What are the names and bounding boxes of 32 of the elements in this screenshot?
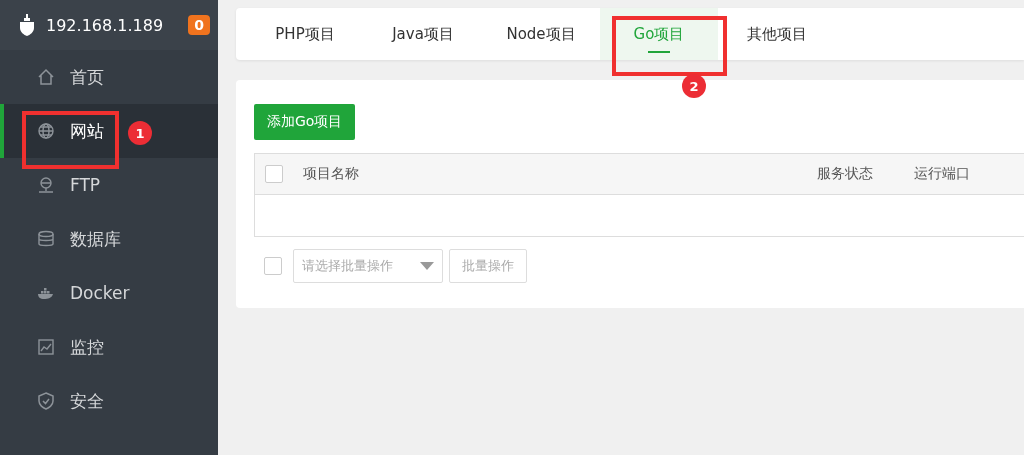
sidebar-item[interactable]: 监控 [0,320,218,374]
project-tab[interactable]: PHP项目 [246,8,364,60]
ftp-icon [36,175,56,195]
shield-icon [36,391,56,411]
globe-icon [36,121,56,141]
sidebar-label: Docker [70,283,130,303]
sidebar-item[interactable]: 安全 [0,374,218,428]
batch-checkbox[interactable] [264,257,282,275]
sidebar-item[interactable]: Docker [0,266,218,320]
home-icon [36,67,56,87]
sidebar-label: 监控 [70,335,104,359]
database-icon [36,229,56,249]
project-tab[interactable]: Java项目 [364,8,482,60]
sidebar-item[interactable]: FTP [0,158,218,212]
monitor-icon [36,337,56,357]
sidebar-label: FTP [70,175,101,195]
column-header: 服务状态 [817,165,874,183]
sidebar-label: 数据库 [70,227,121,251]
project-tab[interactable]: Node项目 [482,8,600,60]
sidebar-item[interactable]: 首页 [0,50,218,104]
ship-logo-icon [18,14,36,36]
column-header: 运行端口 [914,165,971,183]
column-header: 项目名称 [303,165,360,183]
sidebar-label: 网站 [70,119,104,143]
project-tab[interactable]: 其他项目 [718,8,836,60]
select-placeholder: 请选择批量操作 [302,257,393,275]
sidebar-label: 安全 [70,389,104,413]
select-all-checkbox[interactable] [265,165,283,183]
sidebar-item[interactable]: 数据库 [0,212,218,266]
server-address: 192.168.1.189 [46,15,165,35]
sidebar-label: 首页 [70,65,104,89]
caret-icon [420,262,434,270]
